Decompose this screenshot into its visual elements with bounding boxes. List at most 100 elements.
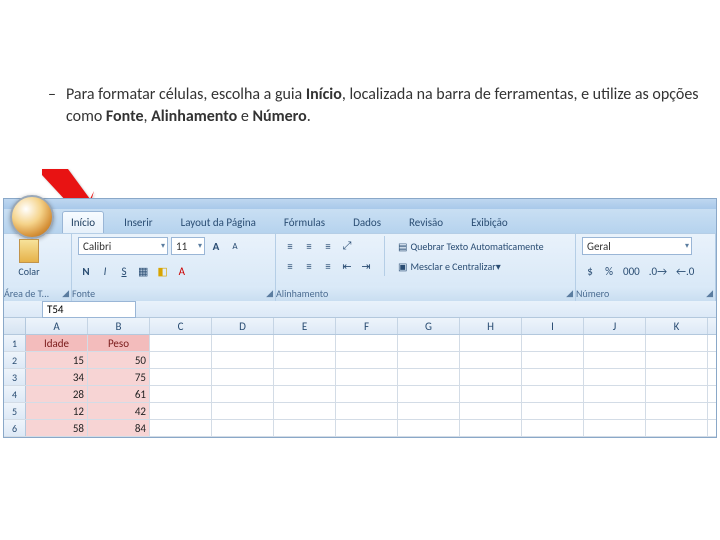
cell[interactable] (398, 352, 460, 368)
dialog-launcher-icon[interactable]: ◢ (706, 288, 715, 299)
paste-button[interactable]: Colar (10, 236, 48, 280)
cell[interactable] (398, 420, 460, 436)
tab-layout[interactable]: Layout da Página (173, 212, 264, 233)
col-header[interactable]: J (584, 318, 646, 334)
name-box[interactable]: T54 (42, 301, 136, 318)
office-button[interactable] (10, 195, 54, 239)
cell[interactable]: 75 (88, 369, 150, 385)
cell[interactable] (212, 420, 274, 436)
row-header[interactable]: 5 (4, 403, 26, 419)
cell[interactable] (646, 352, 708, 368)
cell[interactable] (460, 335, 522, 351)
cell[interactable]: Idade (26, 335, 88, 351)
col-header[interactable]: G (398, 318, 460, 334)
align-right-icon[interactable]: ≡ (320, 257, 336, 275)
decrease-indent-icon[interactable]: ⇤ (339, 257, 355, 275)
cell[interactable] (584, 420, 646, 436)
increase-indent-icon[interactable]: ⇥ (358, 257, 374, 275)
percent-icon[interactable]: % (601, 262, 617, 280)
cell[interactable] (212, 403, 274, 419)
cell[interactable]: 58 (26, 420, 88, 436)
col-header[interactable]: C (150, 318, 212, 334)
cell[interactable] (398, 403, 460, 419)
col-header[interactable]: H (460, 318, 522, 334)
cell[interactable] (646, 403, 708, 419)
cell[interactable] (336, 420, 398, 436)
tab-revisao[interactable]: Revisão (401, 212, 451, 233)
row-header[interactable]: 6 (4, 420, 26, 436)
cell[interactable] (522, 369, 584, 385)
cell[interactable] (212, 369, 274, 385)
cell[interactable] (460, 420, 522, 436)
cell[interactable] (336, 403, 398, 419)
tab-inicio[interactable]: Início (62, 211, 104, 233)
col-header[interactable]: A (26, 318, 88, 334)
dialog-launcher-icon[interactable]: ◢ (566, 288, 575, 299)
merge-center-button[interactable]: ▣Mesclar e Centralizar ▾ (395, 257, 504, 275)
cell[interactable] (398, 335, 460, 351)
col-header[interactable]: B (88, 318, 150, 334)
cell[interactable] (212, 386, 274, 402)
align-top-icon[interactable]: ≡ (282, 237, 298, 255)
row-header[interactable]: 2 (4, 352, 26, 368)
cell[interactable]: 84 (88, 420, 150, 436)
cell[interactable]: 15 (26, 352, 88, 368)
tab-inserir[interactable]: Inserir (116, 212, 161, 233)
align-bottom-icon[interactable]: ≡ (320, 237, 336, 255)
tab-formulas[interactable]: Fórmulas (276, 212, 333, 233)
cell[interactable] (336, 386, 398, 402)
cell[interactable] (522, 335, 584, 351)
cell[interactable] (336, 335, 398, 351)
cell[interactable] (460, 369, 522, 385)
shrink-font-icon[interactable]: A (227, 237, 243, 255)
tab-exibicao[interactable]: Exibição (463, 212, 516, 233)
select-all-corner[interactable] (4, 318, 26, 334)
col-header[interactable]: K (646, 318, 708, 334)
cell[interactable] (522, 352, 584, 368)
cell[interactable] (274, 335, 336, 351)
border-button[interactable]: ▦ (135, 262, 151, 280)
number-format-select[interactable]: Geral (582, 237, 692, 255)
wrap-text-button[interactable]: ▤Quebrar Texto Automaticamente (395, 237, 547, 255)
col-header[interactable]: I (522, 318, 584, 334)
cell[interactable] (150, 335, 212, 351)
col-header[interactable]: D (212, 318, 274, 334)
cell[interactable] (150, 420, 212, 436)
orientation-icon[interactable]: ⤢ (339, 237, 355, 255)
cell[interactable] (460, 386, 522, 402)
cell[interactable] (212, 335, 274, 351)
cell[interactable] (150, 369, 212, 385)
cell[interactable] (398, 386, 460, 402)
cell[interactable] (646, 386, 708, 402)
cell[interactable] (584, 369, 646, 385)
cell[interactable] (460, 352, 522, 368)
cell[interactable] (460, 403, 522, 419)
dialog-launcher-icon[interactable]: ◢ (266, 288, 275, 299)
row-header[interactable]: 1 (4, 335, 26, 351)
align-center-icon[interactable]: ≡ (301, 257, 317, 275)
increase-decimal-icon[interactable]: .0→ (646, 262, 670, 280)
cell[interactable] (274, 403, 336, 419)
cell[interactable] (584, 403, 646, 419)
fill-color-button[interactable]: ◧ (154, 262, 170, 280)
cell[interactable] (522, 420, 584, 436)
col-header[interactable]: F (336, 318, 398, 334)
col-header[interactable]: E (274, 318, 336, 334)
cell[interactable] (398, 369, 460, 385)
cell[interactable] (150, 352, 212, 368)
cell[interactable] (584, 335, 646, 351)
font-color-button[interactable]: A (174, 262, 190, 280)
cell[interactable]: 34 (26, 369, 88, 385)
cell[interactable] (212, 352, 274, 368)
cell[interactable] (646, 369, 708, 385)
comma-icon[interactable]: 000 (620, 262, 643, 280)
cell[interactable] (150, 403, 212, 419)
cell[interactable] (336, 369, 398, 385)
cell[interactable] (522, 386, 584, 402)
font-size-select[interactable]: 11 (171, 237, 205, 255)
cell[interactable]: 28 (26, 386, 88, 402)
cell[interactable]: 12 (26, 403, 88, 419)
cell[interactable] (646, 335, 708, 351)
cell[interactable] (274, 386, 336, 402)
cell[interactable]: 42 (88, 403, 150, 419)
